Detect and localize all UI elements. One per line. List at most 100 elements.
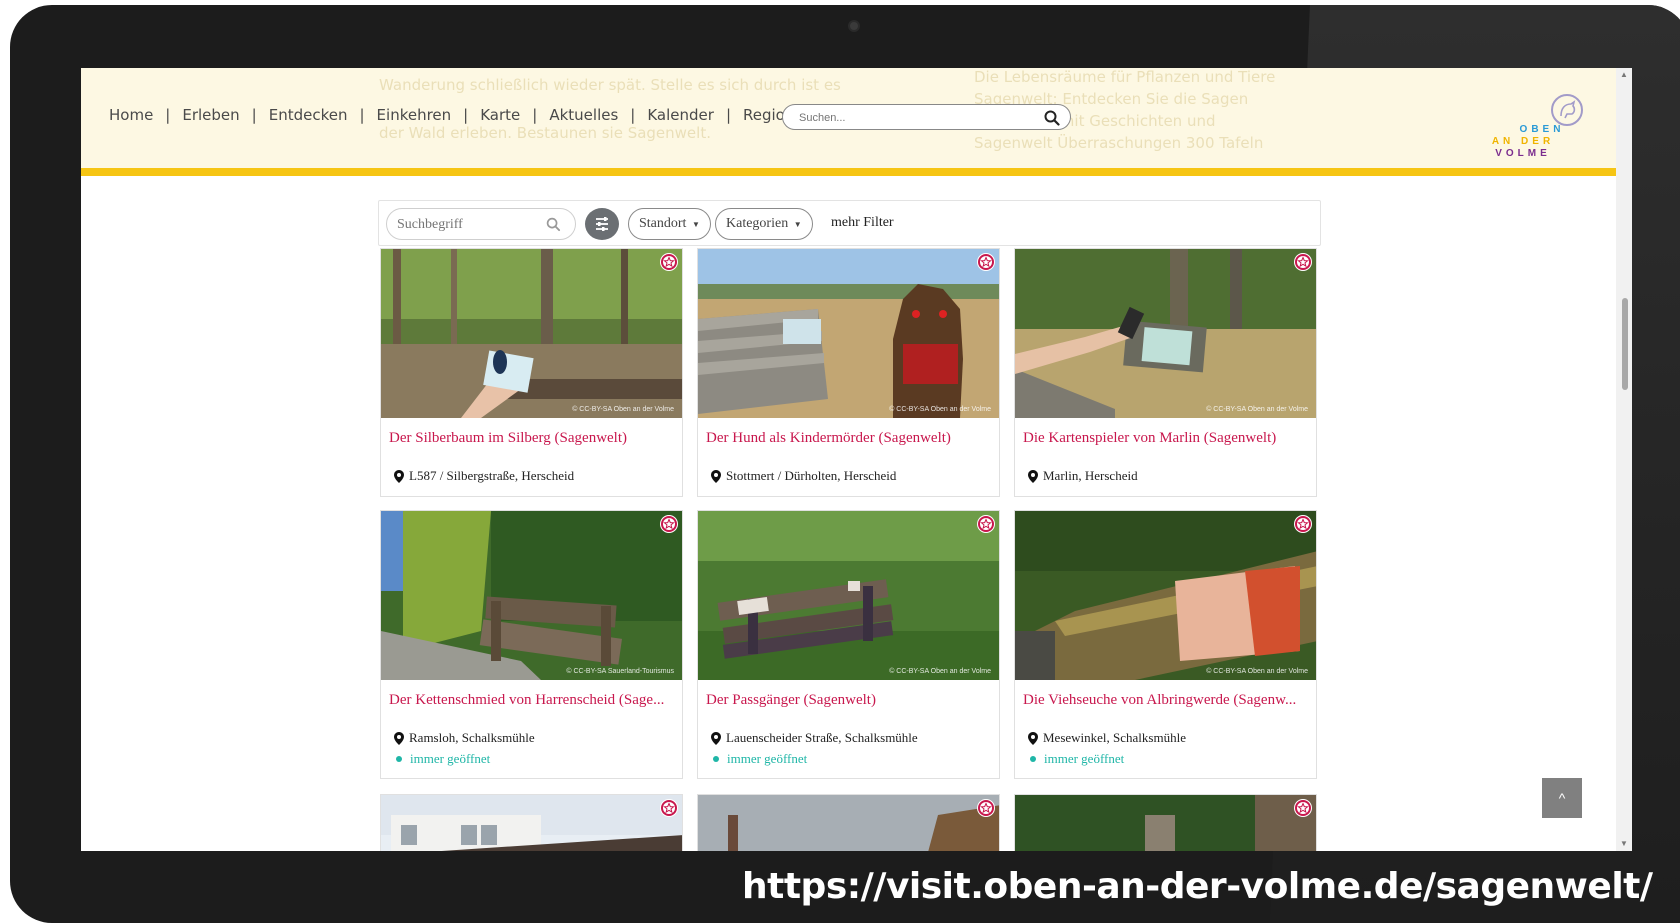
favorite-icon[interactable]	[660, 799, 678, 817]
nav-separator: |	[463, 106, 469, 124]
sliders-icon	[596, 217, 608, 231]
card-title[interactable]: Der Passgänger (Sagenwelt)	[706, 692, 994, 709]
card-image	[698, 249, 999, 418]
poi-card[interactable]: © CC-BY-SA Oben an der Volme Der Hund al…	[697, 248, 1000, 497]
site-header: Wanderung schließlich wieder spät. Stell…	[81, 68, 1616, 168]
card-location-text: Marlin, Herscheid	[1043, 468, 1138, 483]
filter-settings-button[interactable]	[585, 208, 619, 240]
caret-down-icon: ▼	[793, 220, 802, 229]
card-location: Mesewinkel, Schalksmühle	[1028, 730, 1186, 746]
map-marker-icon	[1028, 731, 1038, 745]
card-image	[698, 511, 999, 680]
status-dot-icon	[1030, 756, 1036, 762]
poi-card[interactable]: © CC-BY-SA Oben an der Volme Die Viehseu…	[1014, 510, 1317, 779]
favorite-icon[interactable]	[977, 799, 995, 817]
site-logo[interactable]: OBEN AN DER VOLME	[1479, 94, 1589, 164]
header-accent-bar	[81, 168, 1616, 176]
filter-bar: Standort ▼ Kategorien ▼ mehr Filter	[378, 200, 1321, 246]
url-caption: https://visit.oben-an-der-volme.de/sagen…	[742, 866, 1653, 907]
header-background-text: Wanderung schließlich wieder spät. Stell…	[379, 76, 841, 94]
horse-icon	[1551, 94, 1583, 126]
favorite-icon[interactable]	[977, 515, 995, 533]
poi-card[interactable]: © CC-BY-SA Oben an der Volme Die Kartens…	[1014, 248, 1317, 497]
nav-einkehren[interactable]: Einkehren	[377, 106, 452, 124]
favorite-icon[interactable]	[660, 253, 678, 271]
card-title[interactable]: Der Kettenschmied von Harrenscheid (Sage…	[389, 692, 677, 709]
opening-status-text: immer geöffnet	[410, 751, 491, 766]
back-to-top-button[interactable]: ^	[1542, 778, 1582, 818]
nav-separator: |	[532, 106, 538, 124]
nav-kalender[interactable]: Kalender	[647, 106, 714, 124]
card-location: L587 / Silbergstraße, Herscheid	[394, 468, 574, 484]
search-icon[interactable]	[546, 217, 561, 232]
card-location-text: Ramsloh, Schalksmühle	[409, 730, 535, 745]
image-credit: © CC-BY-SA Oben an der Volme	[1206, 406, 1308, 413]
kategorien-dropdown[interactable]: Kategorien ▼	[715, 208, 813, 240]
card-image	[1015, 511, 1316, 680]
standort-dropdown[interactable]: Standort ▼	[628, 208, 711, 240]
status-dot-icon	[713, 756, 719, 762]
opening-status-text: immer geöffnet	[727, 751, 808, 766]
card-image	[1015, 795, 1316, 851]
caret-down-icon: ▼	[691, 220, 700, 229]
nav-aktuelles[interactable]: Aktuelles	[549, 106, 618, 124]
browser-viewport: Wanderung schließlich wieder spät. Stell…	[81, 68, 1632, 851]
map-marker-icon	[394, 731, 404, 745]
site-search	[782, 104, 1071, 130]
card-title[interactable]: Die Viehseuche von Albringwerde (Sagenw.…	[1023, 692, 1311, 709]
card-location-text: Lauenscheider Straße, Schalksmühle	[726, 730, 918, 745]
poi-card[interactable]	[1014, 794, 1317, 851]
nav-separator: |	[630, 106, 636, 124]
poi-card[interactable]	[380, 794, 683, 851]
nav-separator: |	[725, 106, 732, 124]
more-filters-link[interactable]: mehr Filter	[831, 215, 894, 231]
scroll-down-icon[interactable]: ▼	[1619, 839, 1629, 848]
nav-separator: |	[359, 106, 365, 124]
card-title[interactable]: Die Kartenspieler von Marlin (Sagenwelt)	[1023, 430, 1311, 447]
header-background-text: Sagenwelt Überraschungen 300 Tafeln	[974, 134, 1264, 152]
image-credit: © CC-BY-SA Oben an der Volme	[889, 668, 991, 675]
logo-text: VOLME	[1495, 148, 1551, 159]
favorite-icon[interactable]	[1294, 799, 1312, 817]
favorite-icon[interactable]	[1294, 515, 1312, 533]
site-search-input[interactable]	[799, 109, 1029, 126]
kategorien-label: Kategorien	[726, 216, 789, 231]
favorite-icon[interactable]	[977, 253, 995, 271]
poi-card[interactable]: © CC-BY-SA Oben an der Volme Der Silberb…	[380, 248, 683, 497]
scrollbar[interactable]	[1616, 68, 1632, 851]
poi-card[interactable]: © CC-BY-SA Oben an der Volme Der Passgän…	[697, 510, 1000, 779]
camera-icon	[848, 20, 860, 32]
poi-card[interactable]	[697, 794, 1000, 851]
nav-karte[interactable]: Karte	[480, 106, 520, 124]
card-location-text: Stottmert / Dürholten, Herscheid	[726, 468, 897, 483]
card-title[interactable]: Der Silberbaum im Silberg (Sagenwelt)	[389, 430, 677, 447]
logo-text: AN DER	[1491, 136, 1555, 147]
main-nav: Home | Erleben | Entdecken | Einkehren |…	[109, 106, 823, 124]
nav-home[interactable]: Home	[109, 106, 153, 124]
card-location: Stottmert / Dürholten, Herscheid	[711, 468, 896, 484]
image-credit: © CC-BY-SA Oben an der Volme	[1206, 668, 1308, 675]
map-marker-icon	[1028, 469, 1038, 483]
logo-text: OBEN	[1519, 124, 1565, 135]
favorite-icon[interactable]	[660, 515, 678, 533]
opening-status-text: immer geöffnet	[1044, 751, 1125, 766]
nav-separator: |	[165, 106, 171, 124]
nav-erleben[interactable]: Erleben	[182, 106, 239, 124]
image-credit: © CC-BY-SA Oben an der Volme	[889, 406, 991, 413]
nav-entdecken[interactable]: Entdecken	[269, 106, 348, 124]
map-marker-icon	[711, 731, 721, 745]
filter-search-input[interactable]	[397, 216, 537, 234]
image-credit: © CC-BY-SA Sauerland-Tourismus	[566, 668, 674, 675]
favorite-icon[interactable]	[1294, 253, 1312, 271]
scrollbar-thumb[interactable]	[1622, 298, 1628, 390]
status-dot-icon	[396, 756, 402, 762]
card-location-text: L587 / Silbergstraße, Herscheid	[409, 468, 575, 483]
scroll-up-icon[interactable]: ▲	[1619, 70, 1629, 79]
opening-status: immer geöffnet	[1030, 751, 1124, 767]
card-image	[698, 795, 999, 851]
card-title[interactable]: Der Hund als Kindermörder (Sagenwelt)	[706, 430, 994, 447]
card-location: Lauenscheider Straße, Schalksmühle	[711, 730, 918, 746]
card-location: Ramsloh, Schalksmühle	[394, 730, 535, 746]
search-icon[interactable]	[1044, 110, 1060, 126]
poi-card[interactable]: © CC-BY-SA Sauerland-Tourismus Der Kette…	[380, 510, 683, 779]
